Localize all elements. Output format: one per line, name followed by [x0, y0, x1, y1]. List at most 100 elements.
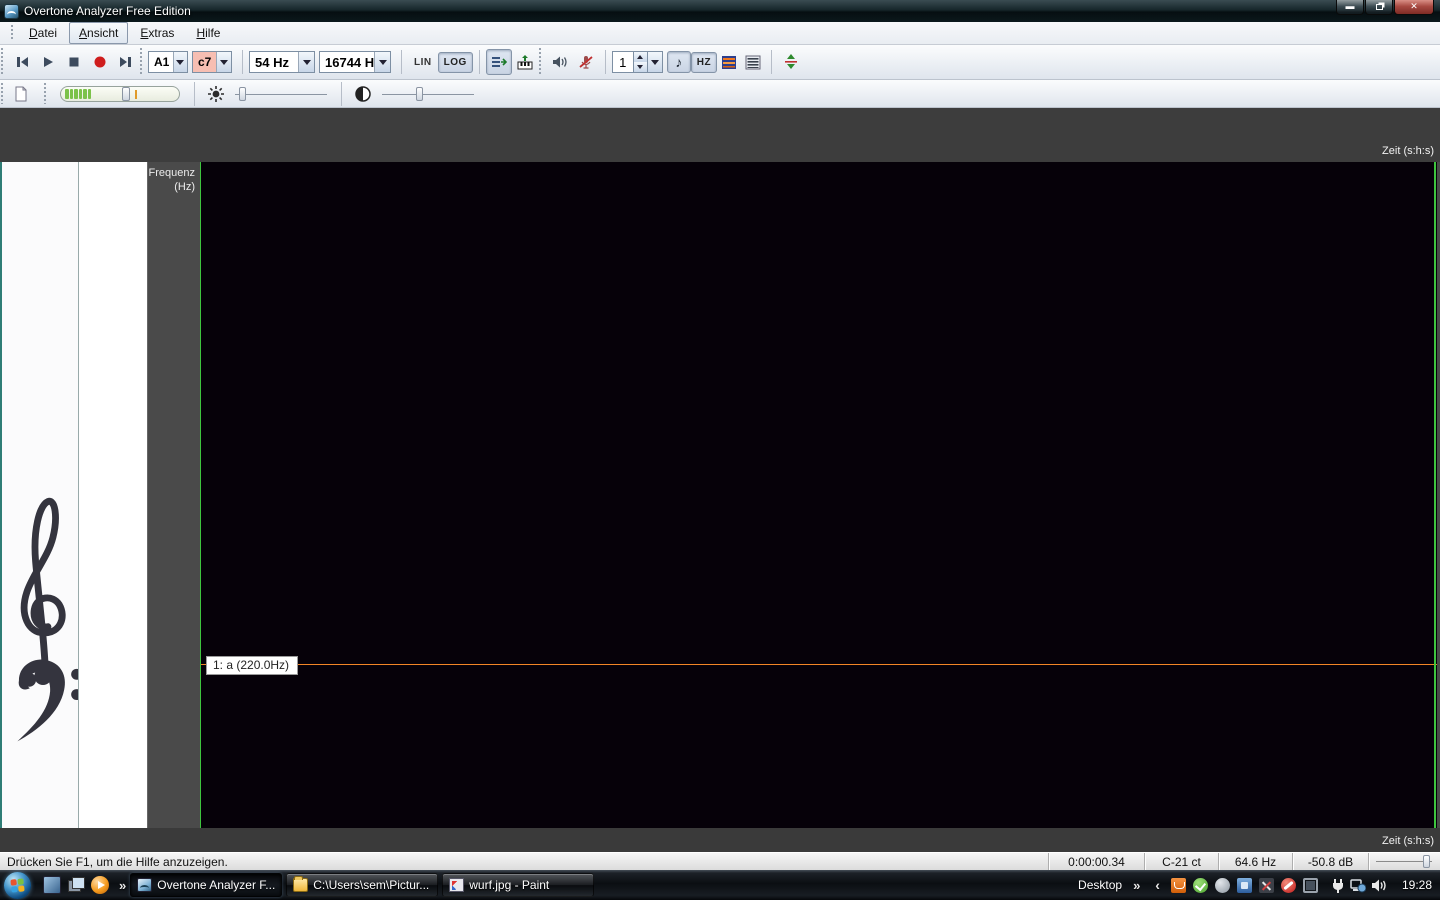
log-scale-button[interactable]: LOG: [437, 51, 473, 73]
window-switcher-icon[interactable]: [67, 876, 85, 894]
pitch-marker-line[interactable]: [200, 664, 1437, 665]
show-desktop-icon[interactable]: [43, 876, 61, 894]
blocked-tray-icon[interactable]: [1280, 877, 1296, 893]
freq-min-value: 54 Hz: [255, 54, 289, 70]
freq-min-combo[interactable]: 54 Hz: [249, 51, 315, 73]
menubar-grip[interactable]: [10, 25, 14, 41]
note-display-button[interactable]: ♪: [666, 51, 691, 73]
freq-min-dropdown[interactable]: [298, 52, 314, 72]
antivirus-tray-icon[interactable]: [1192, 877, 1208, 893]
minimize-button[interactable]: ▬: [1336, 0, 1364, 15]
piano-keyboard[interactable]: [78, 162, 148, 828]
new-document-button[interactable]: [9, 83, 33, 105]
main-view: Frequenz (Hz) 1: a (220.0Hz): [0, 162, 1440, 828]
taskbar: » Overtone Analyzer F... C:\Users\sem\Pi…: [0, 870, 1440, 900]
level-marker-tick: [135, 89, 138, 99]
toolbar-grip[interactable]: [0, 83, 4, 104]
system-status-icons: [1331, 878, 1387, 893]
skip-start-icon: [17, 57, 28, 67]
note-low-value: A1: [154, 55, 170, 69]
spin-up-button[interactable]: [633, 52, 647, 62]
play-button[interactable]: [35, 49, 61, 75]
start-button[interactable]: [4, 871, 31, 899]
lines-display-button[interactable]: [741, 51, 765, 73]
restore-button[interactable]: [1365, 0, 1393, 15]
java-tray-icon[interactable]: [1170, 877, 1186, 893]
input-switch-tray-icon[interactable]: [1258, 877, 1274, 893]
channel-spinner[interactable]: 1: [611, 51, 663, 73]
tray-expand-arrow[interactable]: ‹: [1155, 877, 1160, 893]
channel-dropdown[interactable]: [647, 51, 663, 73]
menu-ansicht[interactable]: Ansicht: [69, 22, 129, 44]
remote-tray-icon[interactable]: [1236, 877, 1252, 893]
microphone-muted-button[interactable]: [573, 49, 599, 75]
note-icon: ♪: [675, 54, 683, 70]
overtone-app-icon: [137, 878, 153, 892]
task-overtone-analyzer[interactable]: Overtone Analyzer F...: [130, 873, 283, 897]
toolbar-grip[interactable]: [537, 48, 542, 76]
freq-axis-unit: (Hz): [174, 181, 195, 193]
spectrogram-canvas[interactable]: [200, 162, 1437, 828]
media-player-icon[interactable]: [91, 876, 109, 894]
contrast-slider-thumb[interactable]: [416, 86, 423, 101]
skip-end-button[interactable]: [113, 49, 139, 75]
spin-down-button[interactable]: [633, 62, 647, 72]
brightness-icon: [208, 85, 224, 102]
toolbar-grip[interactable]: [139, 48, 143, 76]
stop-button[interactable]: [61, 49, 87, 75]
freq-max-combo[interactable]: 16744 Hz: [319, 51, 391, 73]
chevron-down-icon: [219, 59, 228, 65]
level-slider-thumb[interactable]: [122, 86, 131, 101]
toolbar-grip[interactable]: [43, 83, 47, 104]
quick-launch-overflow[interactable]: »: [119, 878, 126, 893]
scheduler-tray-icon[interactable]: [1214, 877, 1230, 893]
display-tray-icon[interactable]: [1302, 877, 1318, 893]
note-high-dropdown[interactable]: [215, 52, 231, 72]
desktop-toolbar-label[interactable]: Desktop: [1078, 878, 1122, 892]
time-axis-label: Zeit (s:h:s): [1382, 835, 1434, 847]
input-level-control[interactable]: [60, 85, 180, 102]
menu-hilfe[interactable]: Hilfe: [186, 22, 230, 44]
overview-waveform-canvas[interactable]: [0, 108, 1440, 162]
task-explorer-pictures[interactable]: C:\Users\sem\Pictur...: [286, 873, 439, 897]
hz-display-button[interactable]: HZ: [690, 51, 718, 73]
brightness-slider[interactable]: [235, 86, 327, 102]
note-low-combo[interactable]: A1: [148, 51, 188, 73]
network-icon[interactable]: [1350, 878, 1366, 893]
speaker-button[interactable]: [547, 49, 573, 75]
freq-max-dropdown[interactable]: [374, 52, 390, 72]
note-low-dropdown[interactable]: [172, 52, 187, 72]
menu-datei[interactable]: Datei: [19, 22, 67, 44]
task-paint[interactable]: wurf.jpg - Paint: [442, 873, 595, 897]
spectrogram-icon: [722, 55, 737, 69]
close-button[interactable]: ✕: [1394, 0, 1434, 15]
status-zoom-slider[interactable]: [1376, 855, 1432, 868]
selection-end-cursor[interactable]: [1434, 162, 1436, 828]
power-plug-icon[interactable]: [1331, 878, 1345, 893]
skip-start-button[interactable]: [9, 49, 35, 75]
volume-icon[interactable]: [1371, 878, 1387, 893]
linear-scale-button[interactable]: LIN: [408, 52, 438, 73]
desktop-toolbar-overflow[interactable]: »: [1133, 878, 1140, 893]
contrast-slider[interactable]: [382, 86, 474, 102]
note-high-combo[interactable]: c7: [192, 51, 232, 73]
spectrogram-color-button[interactable]: [717, 51, 741, 73]
playback-cursor[interactable]: [200, 162, 201, 828]
waveform-overview[interactable]: Zeit (s:h:s): [0, 108, 1440, 162]
spectrogram-view[interactable]: 1: a (220.0Hz): [200, 162, 1437, 828]
restore-icon: [1375, 4, 1383, 10]
status-zoom-thumb[interactable]: [1423, 855, 1430, 868]
fit-vertical-button[interactable]: [778, 49, 804, 75]
menu-extras[interactable]: Extras: [130, 22, 184, 44]
toolbar-grip[interactable]: [0, 48, 4, 76]
piano-panel-button[interactable]: [512, 49, 538, 75]
quick-launch: [43, 876, 109, 894]
brightness-slider-thumb[interactable]: [239, 86, 246, 101]
status-zoom-cell: [1368, 853, 1440, 871]
status-cursor-frequency: 64.6 Hz: [1218, 853, 1292, 871]
speaker-icon: [552, 56, 567, 68]
toolbar-main: A1 c7 54 Hz 16744 Hz LIN LOG: [0, 45, 1440, 80]
record-button[interactable]: [87, 49, 113, 75]
spectrum-panel-button[interactable]: [485, 49, 512, 75]
bass-clef-icon: [17, 659, 78, 742]
